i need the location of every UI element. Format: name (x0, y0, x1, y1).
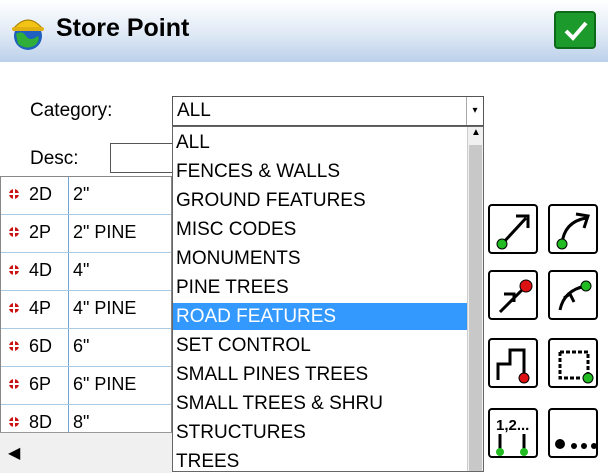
dropdown-option-pine-trees[interactable]: PINE TREES (173, 274, 467, 301)
category-dropdown-list[interactable]: ALL FENCES & WALLS GROUND FEATURES MISC … (172, 126, 484, 472)
sequence-button[interactable]: 1,2... (488, 408, 538, 458)
list-item-desc: 8" (73, 412, 90, 432)
point-pin-icon (9, 227, 19, 239)
dropdown-option-all[interactable]: ALL (173, 129, 467, 156)
page-title: Store Point (56, 14, 190, 42)
dropdown-option-road-features[interactable]: ROAD FEATURES (173, 303, 467, 330)
ok-button[interactable] (554, 11, 596, 49)
list-item-code-cell: 2D (1, 177, 69, 214)
code-list[interactable]: 2D 2" 2P 2" PINE 4D 4" 4P 4" PINE 6D 6" (0, 176, 172, 472)
points-button[interactable] (548, 408, 598, 458)
category-select[interactable]: ALL ▾ (172, 96, 484, 126)
category-label: Category: (30, 100, 113, 121)
list-item-code-cell: 4D (1, 253, 69, 290)
dropdown-option-small-trees-shru[interactable]: SMALL TREES & SHRU (173, 390, 467, 417)
list-item-desc: 6" PINE (73, 374, 137, 394)
list-item-desc: 6" (73, 336, 90, 356)
scrollbar-thumb[interactable] (469, 145, 482, 471)
point-pin-icon (9, 341, 19, 353)
list-item-desc: 2" PINE (73, 222, 137, 242)
svg-text:1,2...: 1,2... (496, 417, 529, 434)
list-item-code-cell: 4P (1, 291, 69, 328)
end-curve-button[interactable] (548, 270, 598, 320)
horizontal-scrollbar[interactable]: ◀ (0, 432, 172, 473)
scroll-up-icon[interactable]: ▲ (471, 127, 481, 138)
list-item-code: 8D (29, 412, 53, 432)
polygon-close-icon (496, 348, 530, 384)
list-item[interactable]: 6P 6" PINE (1, 367, 171, 405)
scroll-left-icon[interactable]: ◀ (8, 443, 20, 463)
dropdown-option-misc-codes[interactable]: MISC CODES (173, 216, 467, 243)
line-start-icon (496, 214, 530, 250)
list-item-code: 4P (29, 298, 52, 318)
sequence-icon: 1,2... (496, 417, 529, 456)
dropdown-option-ground-features[interactable]: GROUND FEATURES (173, 187, 467, 214)
list-item-code: 2D (29, 184, 53, 204)
list-item-code: 6P (29, 374, 52, 394)
close-polygon-button[interactable] (488, 338, 538, 388)
list-item-code-cell: 2P (1, 215, 69, 252)
list-item[interactable]: 2D 2" (1, 177, 171, 215)
list-item-desc: 2" (73, 184, 90, 204)
title-bar: Store Point (0, 0, 608, 62)
list-item[interactable]: 4D 4" (1, 253, 171, 291)
list-item[interactable]: 2P 2" PINE (1, 215, 171, 253)
end-line-button[interactable] (488, 270, 538, 320)
desc-label: Desc: (30, 148, 79, 169)
store-point-logo-icon (12, 19, 44, 50)
list-item-code: 2P (29, 222, 52, 242)
dropdown-option-set-control[interactable]: SET CONTROL (173, 332, 467, 359)
list-item-desc: 4" (73, 260, 90, 280)
dropdown-scrollbar[interactable]: ▲ (467, 127, 483, 471)
dropdown-option-fences-walls[interactable]: FENCES & WALLS (173, 158, 467, 185)
desc-field[interactable] (110, 143, 176, 173)
chevron-down-icon[interactable]: ▾ (466, 97, 483, 125)
dropdown-option-monuments[interactable]: MONUMENTS (173, 245, 467, 272)
dropdown-option-structures[interactable]: STRUCTURES (173, 419, 467, 446)
dropdown-option-small-pines-trees[interactable]: SMALL PINES TREES (173, 361, 467, 388)
point-pin-icon (9, 265, 19, 277)
list-item[interactable]: 6D 6" (1, 329, 171, 367)
list-item-desc: 4" PINE (73, 298, 137, 318)
point-pin-icon (9, 303, 19, 315)
list-item[interactable]: 4P 4" PINE (1, 291, 171, 329)
list-item-code-cell: 6D (1, 329, 69, 366)
start-curve-button[interactable] (548, 204, 598, 254)
curve-start-icon (556, 212, 590, 250)
point-pin-icon (9, 189, 19, 201)
check-icon (564, 21, 588, 41)
point-pin-icon (9, 379, 19, 391)
line-end-icon (498, 279, 533, 314)
curve-end-icon (558, 280, 592, 311)
list-item-code: 4D (29, 260, 53, 280)
point-pin-icon (9, 417, 19, 429)
dropdown-option-trees[interactable]: TREES (173, 448, 467, 471)
list-item-code-cell: 6P (1, 367, 69, 404)
points-icon (555, 439, 597, 449)
start-line-button[interactable] (488, 204, 538, 254)
list-item-code: 6D (29, 336, 53, 356)
category-select-value: ALL (177, 100, 211, 121)
close-rectangle-button[interactable] (548, 338, 598, 388)
rectangle-close-icon (558, 350, 594, 384)
